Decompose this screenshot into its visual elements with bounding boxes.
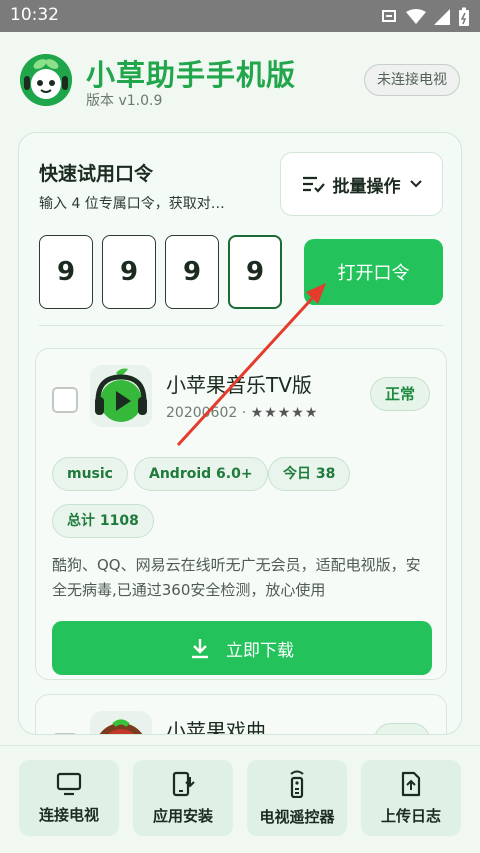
divider	[39, 325, 443, 326]
tag-android-version: Android 6.0+	[134, 457, 268, 491]
app-card: 小苹果音乐TV版 20200602 · ★★★★★ 正常 music Andro…	[35, 348, 447, 680]
app-name: 小苹果戏曲	[166, 719, 266, 735]
app-version-date: 20200602	[166, 405, 238, 421]
open-code-button[interactable]: 打开口令	[304, 239, 443, 305]
app-select-checkbox[interactable]	[52, 387, 78, 413]
app-select-checkbox[interactable]	[52, 733, 78, 734]
app-icon	[90, 365, 152, 427]
app-status-badge	[374, 723, 430, 734]
upload-file-icon	[401, 771, 421, 796]
app-logo	[20, 54, 72, 106]
tag-today-count: 今日 38	[268, 457, 351, 491]
nav-connect-tv[interactable]: 连接电视	[19, 760, 119, 836]
download-label: 立即下载	[226, 640, 294, 661]
code-digit-2[interactable]: 9	[102, 235, 156, 309]
batch-operation-button[interactable]: 批量操作	[280, 152, 443, 216]
battery-icon	[459, 7, 469, 26]
app-icon	[90, 711, 152, 734]
download-button[interactable]: 立即下载	[52, 621, 432, 675]
signal-icon	[434, 9, 450, 25]
quick-code-subtitle: 输入 4 位专属口令，获取对…	[39, 196, 225, 212]
batch-operation-label: 批量操作	[332, 176, 401, 197]
app-meta: 20200602 · ★★★★★	[166, 405, 319, 421]
main-panel: 快速试用口令 输入 4 位专属口令，获取对… 批量操作 9 9 9 9 打开口令…	[18, 132, 462, 735]
nav-app-install[interactable]: 应用安装	[133, 760, 233, 836]
download-icon	[192, 639, 208, 659]
tag-total-count: 总计 1108	[52, 504, 154, 538]
tag-category: music	[52, 457, 128, 491]
phone-install-icon	[172, 771, 195, 796]
remote-icon	[290, 770, 304, 798]
tv-icon	[56, 772, 82, 795]
list-check-icon	[302, 176, 325, 193]
rating-stars: ★★★★★	[250, 405, 319, 421]
app-title: 小草助手手机版	[86, 58, 297, 92]
notification-icon	[382, 10, 396, 22]
status-bar: 10:32	[0, 0, 480, 32]
app-description: 酷狗、QQ、网易云在线听无广无会员，适配电视版，安全无病毒,已通过360安全检测…	[52, 556, 421, 599]
code-digit-1[interactable]: 9	[39, 235, 93, 309]
connection-status-badge[interactable]: 未连接电视	[364, 64, 460, 96]
chevron-down-icon	[409, 180, 422, 188]
app-status-badge: 正常	[369, 377, 430, 411]
code-digit-4[interactable]: 9	[228, 235, 282, 309]
nav-upload-log[interactable]: 上传日志	[361, 760, 461, 836]
quick-code-title: 快速试用口令	[39, 163, 154, 185]
code-digit-3[interactable]: 9	[165, 235, 219, 309]
app-version: 版本 v1.0.9	[86, 93, 163, 109]
app-name: 小苹果音乐TV版	[166, 373, 312, 397]
app-card: 小苹果戏曲	[35, 694, 447, 735]
wifi-icon	[406, 9, 426, 24]
status-time: 10:32	[10, 5, 59, 25]
bottom-nav: 连接电视 应用安装 电视遥控器 上传日志	[0, 745, 480, 853]
nav-tv-remote[interactable]: 电视遥控器	[247, 760, 347, 836]
app-header: 小草助手手机版 版本 v1.0.9 未连接电视	[0, 32, 480, 124]
